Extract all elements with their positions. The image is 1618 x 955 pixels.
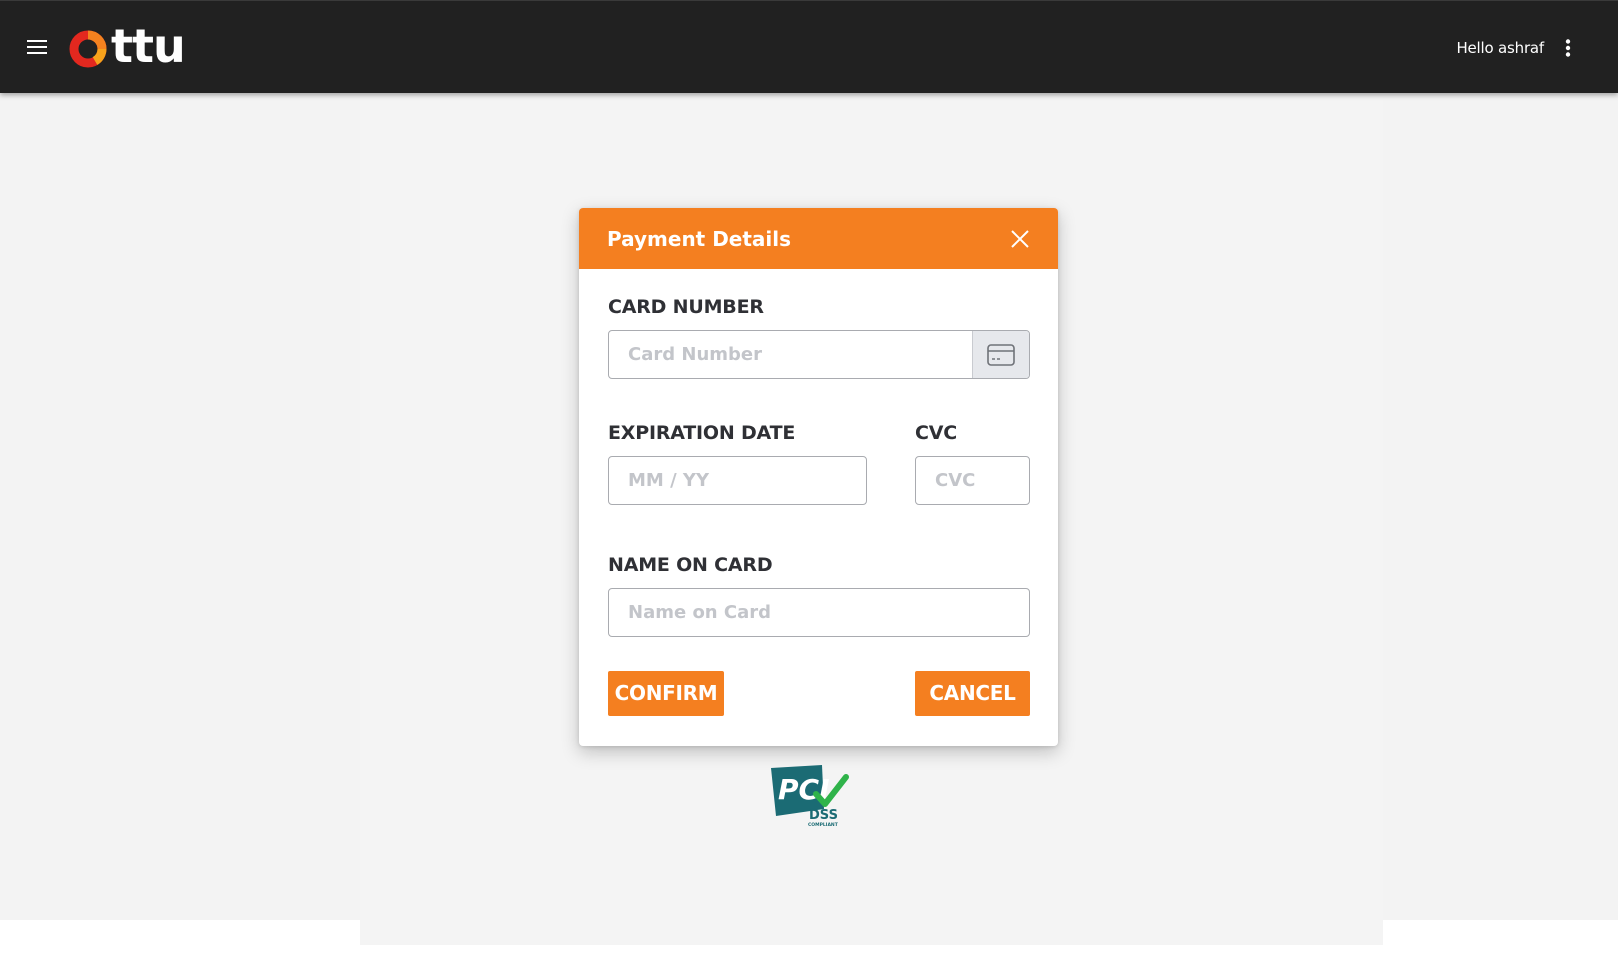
compliant-text: COMPLIANT xyxy=(808,822,839,828)
payment-details-dialog: Payment Details CARD NUMBER Card Number … xyxy=(579,208,1058,746)
ottu-logo[interactable]: ttu xyxy=(69,20,189,72)
hamburger-icon xyxy=(27,40,47,54)
cvc-field-group xyxy=(915,456,1030,505)
logo-ring-icon xyxy=(69,30,107,68)
name-on-card-field-group xyxy=(608,588,1030,637)
logo-text: ttu xyxy=(111,19,186,73)
cvc-label: CVC xyxy=(915,422,957,444)
cvc-input[interactable] xyxy=(916,457,1029,504)
credit-card-icon xyxy=(987,343,1015,366)
pci-dss-logo: PCI DSS COMPLIANT xyxy=(771,765,849,828)
vertical-dots-icon xyxy=(1565,39,1571,57)
name-on-card-label: NAME ON CARD xyxy=(608,554,773,576)
menu-button[interactable] xyxy=(22,34,52,60)
close-button[interactable] xyxy=(1007,226,1033,252)
card-icon-addon xyxy=(972,331,1029,378)
top-app-bar: ttu Hello ashraf xyxy=(0,0,1618,93)
dss-text: DSS xyxy=(809,808,838,823)
page: ttu Hello ashraf Payment Details CARD NU… xyxy=(0,0,1618,955)
expiration-date-input[interactable] xyxy=(609,457,866,504)
card-number-input[interactable] xyxy=(609,331,974,378)
dialog-title: Payment Details xyxy=(607,227,792,251)
dialog-header: Payment Details xyxy=(579,208,1058,269)
user-greeting: Hello ashraf xyxy=(1456,39,1544,57)
expiration-date-label: EXPIRATION DATE xyxy=(608,422,796,444)
cancel-button[interactable]: CANCEL xyxy=(915,671,1030,716)
name-on-card-input[interactable] xyxy=(609,589,1029,636)
expiration-field-group xyxy=(608,456,867,505)
more-options-button[interactable] xyxy=(1556,34,1580,62)
pci-dss-badge: PCI DSS COMPLIANT xyxy=(770,764,850,828)
card-number-field-group xyxy=(608,330,1030,379)
confirm-button[interactable]: CONFIRM xyxy=(608,671,724,716)
close-icon xyxy=(1011,230,1029,248)
card-number-label: CARD NUMBER xyxy=(608,296,764,318)
